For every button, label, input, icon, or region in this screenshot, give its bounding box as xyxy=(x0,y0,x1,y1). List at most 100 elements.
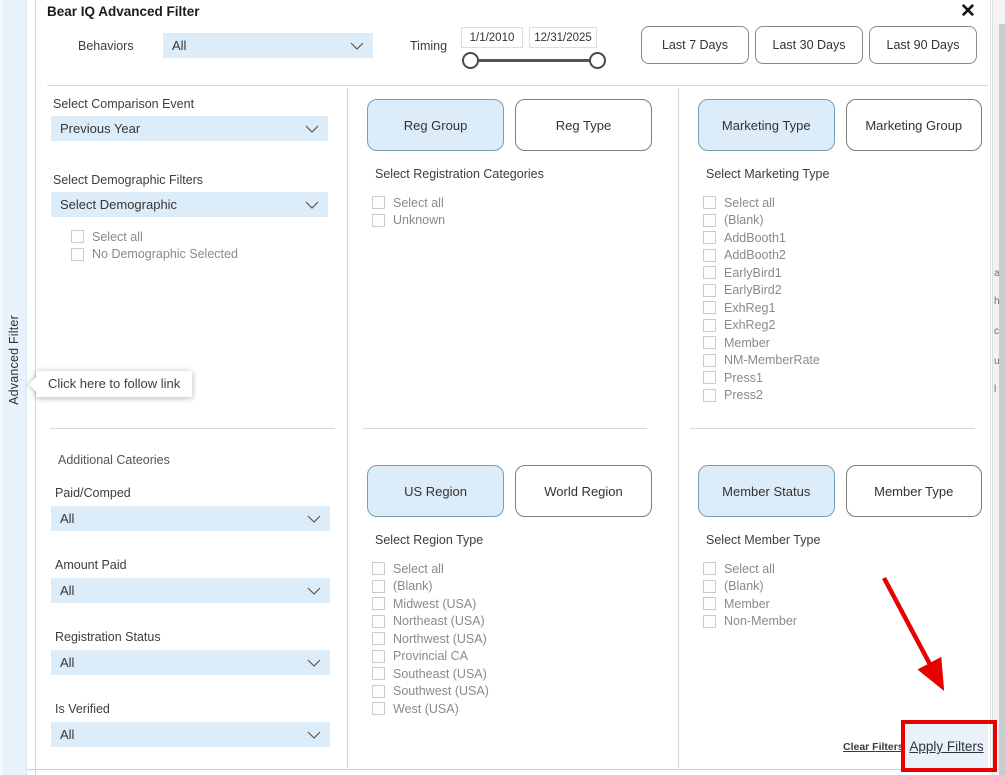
tab-button[interactable]: Member Status xyxy=(698,465,835,517)
checkbox-option[interactable]: Select all xyxy=(703,560,982,578)
checkbox-label: Northwest (USA) xyxy=(393,632,487,646)
checkbox-option[interactable]: Provincial CA xyxy=(372,648,652,666)
checkbox-option[interactable]: Press2 xyxy=(703,387,982,405)
checkbox[interactable] xyxy=(703,615,716,628)
quick-range-button-label: Last 7 Days xyxy=(662,38,728,52)
checkbox[interactable] xyxy=(703,389,716,402)
checkbox-option[interactable]: Southeast (USA) xyxy=(372,665,652,683)
checkbox[interactable] xyxy=(703,284,716,297)
checkbox-option[interactable]: Select all xyxy=(372,560,652,578)
comparison-event-dropdown[interactable]: Previous Year xyxy=(51,116,328,141)
checkbox[interactable] xyxy=(372,667,385,680)
checkbox[interactable] xyxy=(372,196,385,209)
tab-button[interactable]: Reg Type xyxy=(515,99,652,151)
filter-field-dropdown[interactable]: All xyxy=(51,578,330,603)
checkbox-option[interactable]: Member xyxy=(703,595,982,613)
tab-button[interactable]: Marketing Group xyxy=(846,99,983,151)
checkbox[interactable] xyxy=(703,196,716,209)
checkbox-option[interactable]: AddBooth1 xyxy=(703,229,982,247)
close-icon[interactable]: ✕ xyxy=(960,1,976,23)
checkbox-option[interactable]: Non-Member xyxy=(703,613,982,631)
checkbox-option[interactable]: Select all xyxy=(372,194,652,212)
checkbox[interactable] xyxy=(703,214,716,227)
checkbox-option[interactable]: Southwest (USA) xyxy=(372,683,652,701)
filter-field-dropdown[interactable]: All xyxy=(51,506,330,531)
checkbox[interactable] xyxy=(703,266,716,279)
checkbox-option[interactable]: AddBooth2 xyxy=(703,247,982,265)
demographic-dropdown[interactable]: Select Demographic xyxy=(51,192,328,217)
end-date-input[interactable]: 12/31/2025 xyxy=(529,27,597,48)
checkbox[interactable] xyxy=(372,214,385,227)
checkbox[interactable] xyxy=(372,650,385,663)
date-range-slider-track[interactable] xyxy=(470,59,598,62)
checkbox-option[interactable]: EarlyBird2 xyxy=(703,282,982,300)
checkbox-label: No Demographic Selected xyxy=(92,247,238,261)
checkbox-option[interactable]: Northeast (USA) xyxy=(372,613,652,631)
checkbox-option[interactable]: Unknown xyxy=(372,212,652,230)
tooltip: Click here to follow link xyxy=(36,371,192,397)
behaviors-dropdown[interactable]: All xyxy=(163,33,373,58)
checkbox-option[interactable]: ExhReg2 xyxy=(703,317,982,335)
checkbox-option[interactable]: Midwest (USA) xyxy=(372,595,652,613)
checkbox[interactable] xyxy=(372,597,385,610)
checkbox-label: Select all xyxy=(724,196,775,210)
checkbox-option[interactable]: No Demographic Selected xyxy=(71,246,238,264)
tab-button[interactable]: Reg Group xyxy=(367,99,504,151)
quick-range-button[interactable]: Last 30 Days xyxy=(755,26,863,64)
checkbox[interactable] xyxy=(71,230,84,243)
checkbox-option[interactable]: ExhReg1 xyxy=(703,299,982,317)
checkbox-label: ExhReg1 xyxy=(724,301,775,315)
checkbox-option[interactable]: Select all xyxy=(703,194,982,212)
checkbox-option[interactable]: Northwest (USA) xyxy=(372,630,652,648)
checkbox[interactable] xyxy=(372,580,385,593)
checkbox[interactable] xyxy=(372,615,385,628)
filter-field-label: Paid/Comped xyxy=(55,486,330,502)
tab-button[interactable]: US Region xyxy=(367,465,504,517)
checkbox[interactable] xyxy=(703,249,716,262)
checkbox[interactable] xyxy=(703,597,716,610)
checkbox[interactable] xyxy=(372,632,385,645)
checkbox[interactable] xyxy=(703,336,716,349)
checkbox-option[interactable]: West (USA) xyxy=(372,700,652,718)
tab-button[interactable]: Marketing Type xyxy=(698,99,835,151)
date-range-slider-handle-end[interactable] xyxy=(589,52,606,69)
member-options-list: Select all (Blank) Member Non-Member xyxy=(703,560,982,630)
checkbox-option[interactable]: Member xyxy=(703,334,982,352)
checkbox[interactable] xyxy=(703,231,716,244)
clear-filters-link[interactable]: Clear Filters xyxy=(843,741,904,753)
quick-range-button[interactable]: Last 7 Days xyxy=(641,26,749,64)
checkbox[interactable] xyxy=(372,685,385,698)
checkbox[interactable] xyxy=(372,702,385,715)
checkbox[interactable] xyxy=(703,301,716,314)
checkbox[interactable] xyxy=(703,562,716,575)
tab-button[interactable]: World Region xyxy=(515,465,652,517)
checkbox-label: (Blank) xyxy=(724,579,764,593)
start-date-input[interactable]: 1/1/2010 xyxy=(461,27,523,48)
checkbox-option[interactable]: (Blank) xyxy=(703,212,982,230)
date-range-slider-handle-start[interactable] xyxy=(462,52,479,69)
checkbox[interactable] xyxy=(71,248,84,261)
checkbox-option[interactable]: EarlyBird1 xyxy=(703,264,982,282)
checkbox[interactable] xyxy=(703,354,716,367)
side-tab-label[interactable]: Advanced Filter xyxy=(7,315,21,405)
checkbox-label: Non-Member xyxy=(724,614,797,628)
checkbox-option[interactable]: Press1 xyxy=(703,369,982,387)
filter-field-value: All xyxy=(60,655,301,670)
marketing-tabs: Marketing Type Marketing Group xyxy=(698,99,982,151)
apply-filters-button[interactable]: Apply Filters xyxy=(905,724,988,769)
quick-range-button[interactable]: Last 90 Days xyxy=(869,26,977,64)
checkbox[interactable] xyxy=(372,562,385,575)
checkbox[interactable] xyxy=(703,371,716,384)
page-scrollbar[interactable] xyxy=(999,24,1005,775)
tab-button[interactable]: Member Type xyxy=(846,465,983,517)
checkbox-option[interactable]: (Blank) xyxy=(372,578,652,596)
checkbox-option[interactable]: (Blank) xyxy=(703,578,982,596)
filter-field-dropdown[interactable]: All xyxy=(51,650,330,675)
comparison-event-label: Select Comparison Event xyxy=(53,97,194,111)
checkbox-option[interactable]: NM-MemberRate xyxy=(703,352,982,370)
filter-field-dropdown[interactable]: All xyxy=(51,722,330,747)
checkbox-option[interactable]: Select all xyxy=(71,228,238,246)
section-divider xyxy=(690,428,975,429)
checkbox[interactable] xyxy=(703,580,716,593)
checkbox[interactable] xyxy=(703,319,716,332)
